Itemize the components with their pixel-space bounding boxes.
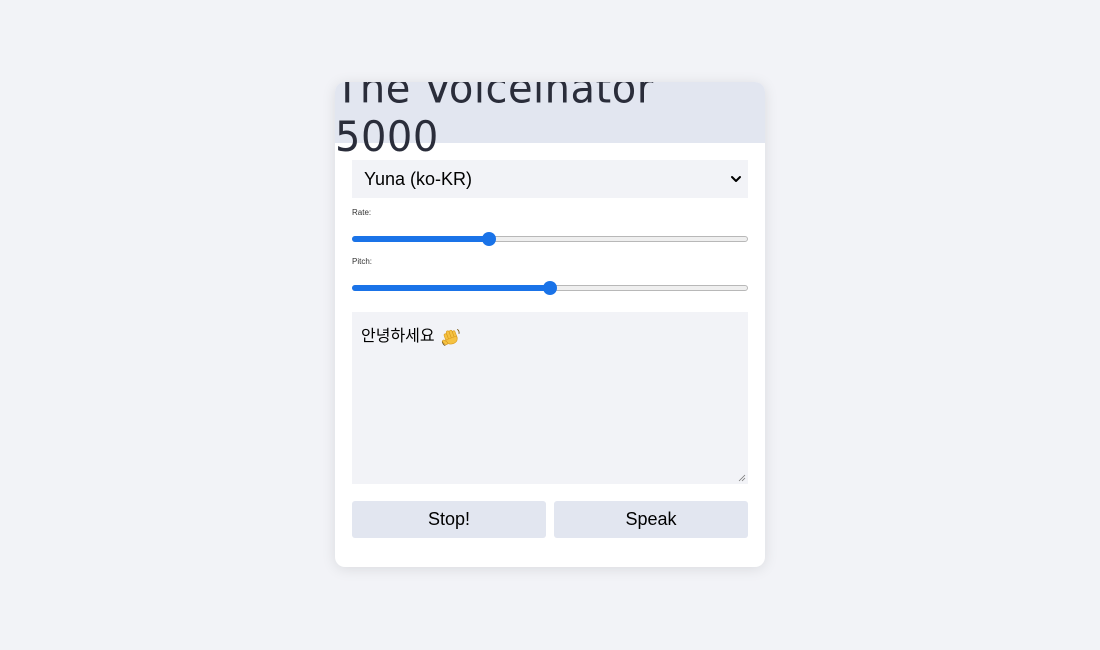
message-textarea[interactable]: 안녕하세요 bbox=[352, 312, 748, 484]
rate-slider-fill bbox=[352, 236, 489, 242]
chevron-down-icon bbox=[731, 176, 741, 182]
panel-header: The Voiceinator 5000 bbox=[335, 82, 765, 161]
waving-hand-icon bbox=[441, 328, 460, 346]
voiceinator-panel: The Voiceinator 5000 Yuna (ko-KR) Rate: … bbox=[335, 82, 765, 567]
pitch-slider[interactable] bbox=[352, 280, 748, 296]
resize-handle-icon[interactable] bbox=[738, 474, 746, 482]
message-text: 안녕하세요 bbox=[361, 326, 435, 345]
panel-content: Yuna (ko-KR) Rate: Pitch: 안녕하세요 Stop! Sp… bbox=[335, 143, 765, 538]
voice-select-value: Yuna (ko-KR) bbox=[364, 168, 473, 189]
action-buttons: Stop! Speak bbox=[352, 501, 748, 538]
rate-label: Rate: bbox=[352, 208, 372, 217]
rate-slider[interactable] bbox=[352, 231, 748, 247]
voice-select[interactable]: Yuna (ko-KR) bbox=[352, 160, 748, 198]
pitch-slider-fill bbox=[352, 285, 550, 291]
stop-button[interactable]: Stop! bbox=[352, 501, 546, 538]
app-title: The Voiceinator 5000 bbox=[335, 82, 654, 161]
pitch-label: Pitch: bbox=[352, 257, 373, 266]
pitch-slider-thumb[interactable] bbox=[543, 281, 557, 295]
speak-button[interactable]: Speak bbox=[554, 501, 748, 538]
rate-slider-thumb[interactable] bbox=[481, 232, 496, 246]
